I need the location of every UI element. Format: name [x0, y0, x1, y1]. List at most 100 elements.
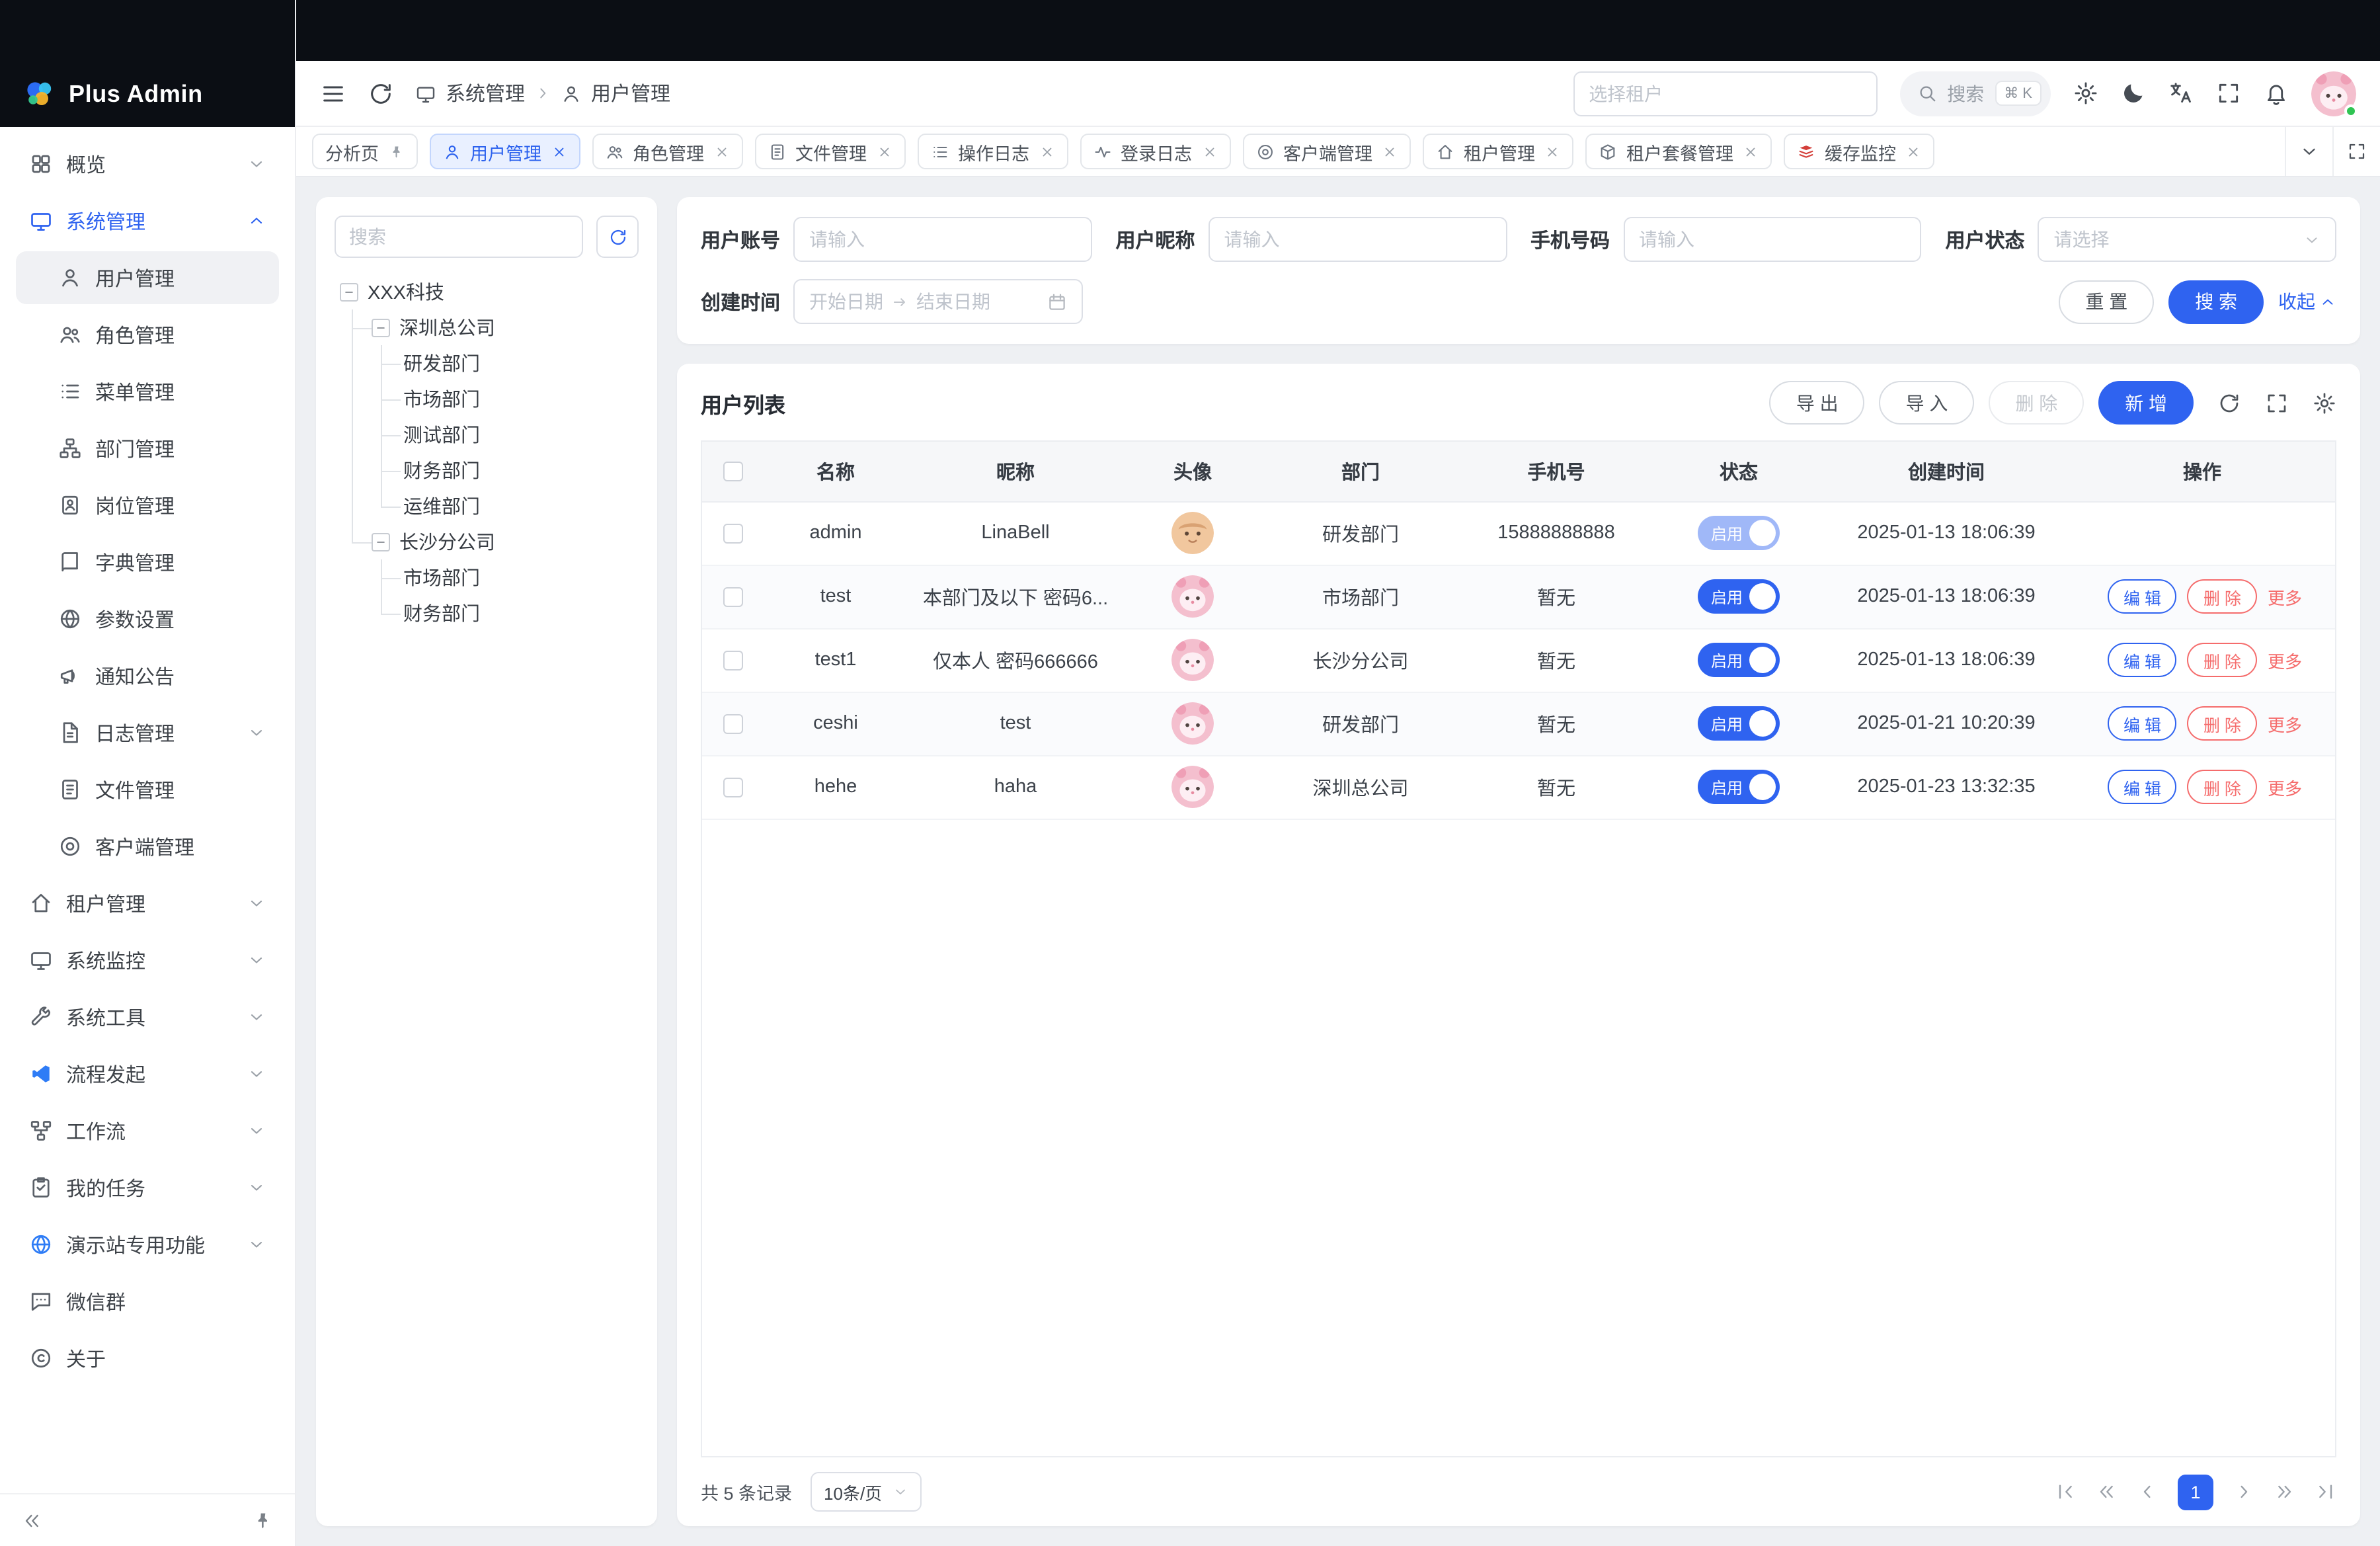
tree-node[interactable]: 财务部门: [335, 595, 639, 631]
table-settings-button[interactable]: [2313, 391, 2336, 415]
global-search[interactable]: 搜索 ⌘ K: [1899, 71, 2051, 116]
row-delete-button[interactable]: 删 除: [2188, 706, 2257, 741]
settings-gear-icon[interactable]: [2073, 81, 2098, 106]
search-button[interactable]: 搜 索: [2168, 280, 2264, 323]
sidebar-item-user-mgmt[interactable]: 用户管理: [16, 251, 279, 304]
nickname-input[interactable]: 请输入: [1209, 217, 1507, 262]
tab-file-mgmt[interactable]: 文件管理: [754, 134, 905, 169]
export-button[interactable]: 导 出: [1770, 381, 1865, 425]
sidebar-collapse-button[interactable]: [21, 1510, 42, 1531]
sidebar-item-log-mgmt[interactable]: 日志管理: [16, 706, 279, 759]
breadcrumb-item-system[interactable]: 系统管理: [446, 79, 525, 107]
close-tab-icon[interactable]: [1039, 143, 1054, 159]
status-toggle[interactable]: 启用: [1698, 579, 1780, 614]
tree-expand-toggle[interactable]: [372, 318, 390, 337]
fullscreen-icon[interactable]: [2216, 81, 2241, 106]
row-checkbox[interactable]: [723, 650, 742, 670]
tree-node[interactable]: 运维部门: [335, 488, 639, 524]
pagination-forward-button[interactable]: [2274, 1481, 2295, 1502]
tab-analysis[interactable]: 分析页: [312, 134, 417, 169]
sidebar-item-dict-mgmt[interactable]: 字典管理: [16, 536, 279, 589]
row-checkbox[interactable]: [723, 587, 742, 606]
close-tab-icon[interactable]: [1905, 143, 1921, 159]
table-fullscreen-button[interactable]: [2265, 391, 2289, 415]
sidebar-item-role-mgmt[interactable]: 角色管理: [16, 308, 279, 361]
row-delete-button[interactable]: 删 除: [2188, 770, 2257, 804]
row-delete-button[interactable]: 删 除: [2188, 579, 2257, 614]
tree-expand-toggle[interactable]: [340, 282, 358, 301]
content-fullscreen-button[interactable]: [2332, 127, 2380, 176]
tree-refresh-button[interactable]: [596, 216, 639, 258]
pagination-first-button[interactable]: [2055, 1481, 2076, 1502]
tab-tenant-package[interactable]: 租户套餐管理: [1585, 134, 1772, 169]
sidebar-item-workflow[interactable]: 工作流: [16, 1104, 279, 1157]
sidebar-item-overview[interactable]: 概览: [16, 138, 279, 190]
sidebar-item-system[interactable]: 系统管理: [16, 194, 279, 247]
tree-search-input[interactable]: 搜索: [335, 216, 583, 258]
tab-op-log[interactable]: 操作日志: [917, 134, 1068, 169]
edit-button[interactable]: 编 辑: [2108, 770, 2177, 804]
language-translate-icon[interactable]: [2168, 81, 2194, 106]
sidebar-item-file-mgmt[interactable]: 文件管理: [16, 763, 279, 816]
add-button[interactable]: 新 增: [2098, 381, 2194, 425]
tenant-select[interactable]: 选择租户: [1573, 71, 1877, 116]
tab-client-mgmt[interactable]: 客户端管理: [1242, 134, 1411, 169]
more-actions-link[interactable]: 更多: [2268, 778, 2302, 798]
sidebar-item-tenant-mgmt[interactable]: 租户管理: [16, 877, 279, 930]
tab-login-log[interactable]: 登录日志: [1080, 134, 1230, 169]
tree-node[interactable]: 财务部门: [335, 452, 639, 488]
row-checkbox[interactable]: [723, 777, 742, 797]
refresh-page-button[interactable]: [368, 80, 394, 106]
collapse-filters-link[interactable]: 收起: [2278, 288, 2336, 315]
tree-node[interactable]: XXX科技: [335, 274, 639, 309]
dark-mode-moon-icon[interactable]: [2121, 81, 2146, 106]
date-range-input[interactable]: 开始日期 结束日期: [793, 279, 1083, 324]
sidebar-item-my-tasks[interactable]: 我的任务: [16, 1161, 279, 1214]
row-delete-button[interactable]: 删 除: [2188, 643, 2257, 677]
account-input[interactable]: 请输入: [793, 217, 1091, 262]
status-toggle[interactable]: 启用: [1698, 706, 1780, 741]
phone-input[interactable]: 请输入: [1623, 217, 1921, 262]
page-size-select[interactable]: 10条/页: [811, 1472, 922, 1512]
tab-user-mgmt[interactable]: 用户管理: [429, 134, 580, 169]
tab-dropdown-button[interactable]: [2285, 127, 2332, 176]
notifications-bell-icon[interactable]: [2264, 81, 2289, 106]
sidebar-item-about[interactable]: 关于: [16, 1332, 279, 1385]
pagination-next-button[interactable]: [2233, 1481, 2254, 1502]
close-tab-icon[interactable]: [1743, 143, 1759, 159]
sidebar-item-menu-mgmt[interactable]: 菜单管理: [16, 365, 279, 418]
sidebar-item-post-mgmt[interactable]: 岗位管理: [16, 479, 279, 532]
close-tab-icon[interactable]: [876, 143, 892, 159]
close-tab-icon[interactable]: [1382, 143, 1398, 159]
select-all-checkbox[interactable]: [723, 462, 742, 481]
status-toggle[interactable]: 启用: [1698, 516, 1780, 550]
edit-button[interactable]: 编 辑: [2108, 643, 2177, 677]
sidebar-item-param-settings[interactable]: 参数设置: [16, 592, 279, 645]
sidebar-item-notice[interactable]: 通知公告: [16, 649, 279, 702]
sidebar-item-flow-start[interactable]: 流程发起: [16, 1047, 279, 1100]
tab-role-mgmt[interactable]: 角色管理: [592, 134, 742, 169]
menu-toggle-button[interactable]: [320, 80, 346, 106]
edit-button[interactable]: 编 辑: [2108, 706, 2177, 741]
status-toggle[interactable]: 启用: [1698, 643, 1780, 677]
reset-button[interactable]: 重 置: [2059, 280, 2154, 323]
close-tab-icon[interactable]: [713, 143, 729, 159]
sidebar-item-sys-tools[interactable]: 系统工具: [16, 991, 279, 1043]
close-tab-icon[interactable]: [551, 143, 567, 159]
user-avatar[interactable]: [2311, 71, 2356, 116]
sidebar-item-dept-mgmt[interactable]: 部门管理: [16, 422, 279, 475]
more-actions-link[interactable]: 更多: [2268, 588, 2302, 608]
more-actions-link[interactable]: 更多: [2268, 651, 2302, 671]
pagination-prev-button[interactable]: [2137, 1481, 2158, 1502]
delete-button[interactable]: 删 除: [1989, 381, 2084, 425]
tree-node[interactable]: 深圳总公司: [335, 309, 639, 345]
tab-tenant-mgmt[interactable]: 租户管理: [1423, 134, 1573, 169]
table-refresh-button[interactable]: [2217, 391, 2241, 415]
close-tab-icon[interactable]: [1201, 143, 1217, 159]
import-button[interactable]: 导 入: [1880, 381, 1975, 425]
status-select[interactable]: 请选择: [2038, 217, 2336, 262]
status-toggle[interactable]: 启用: [1698, 770, 1780, 804]
pagination-page-1[interactable]: 1: [2178, 1474, 2213, 1510]
sidebar-pin-button[interactable]: [253, 1510, 274, 1531]
tab-cache-monitor[interactable]: 缓存监控: [1784, 134, 1934, 169]
